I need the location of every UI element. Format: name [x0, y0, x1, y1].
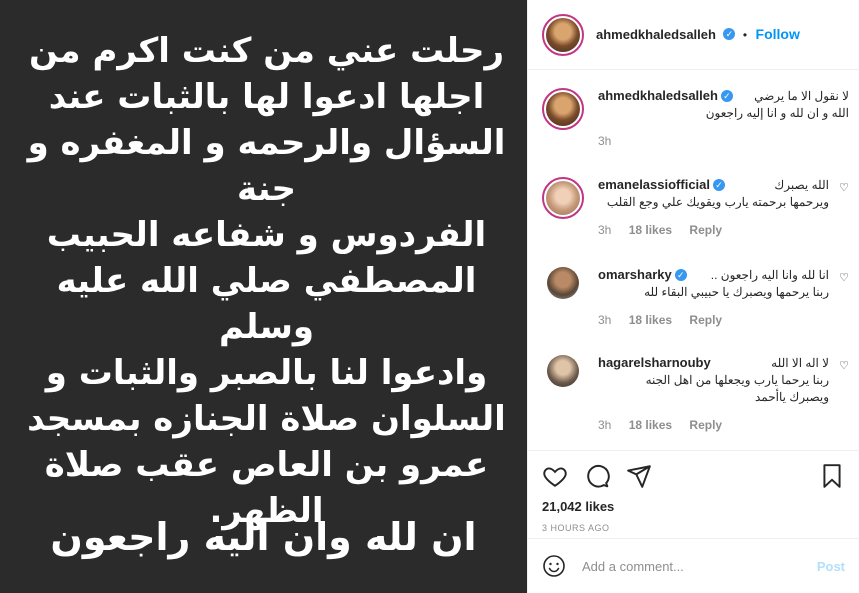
- comment-time[interactable]: 3h: [598, 418, 611, 432]
- comment-meta: 3h 18 likes Reply: [598, 313, 829, 327]
- avatar-image: [546, 181, 580, 215]
- like-comment-heart-icon[interactable]: ♡: [839, 271, 849, 284]
- post-image-line: الفردوس و شفاعه الحبيب: [46, 215, 487, 255]
- post-image-line: المصطفي صلي الله عليه وسلم: [56, 261, 477, 347]
- bookmark-icon[interactable]: [819, 463, 845, 489]
- heart-icon[interactable]: [542, 463, 568, 489]
- comment-likes[interactable]: 18 likes: [629, 313, 672, 327]
- verified-icon: ✓: [674, 269, 687, 281]
- comment-text: لا اله الا الله: [771, 356, 829, 370]
- separator-dot: •: [742, 27, 748, 42]
- avatar[interactable]: [542, 88, 584, 130]
- comment-item: ahmedkhaledsalleh ✓ لا نقول الا ما يرضي …: [542, 88, 849, 148]
- comment-meta: 3h 18 likes Reply: [598, 418, 829, 432]
- avatar[interactable]: [547, 355, 579, 387]
- comment-time[interactable]: 3h: [598, 313, 611, 327]
- comment-item: hagarelsharnouby لا اله الا الله ربنا ير…: [542, 355, 849, 432]
- post-image-text: رحلت عني من كنت اكرم من اجلها ادعوا لها …: [24, 28, 509, 534]
- post-timestamp[interactable]: 3 HOURS AGO: [542, 523, 610, 533]
- comment-text: ويصبرك ياأحمد: [755, 390, 829, 404]
- comment-icon[interactable]: [584, 463, 610, 489]
- avatar-image: [546, 92, 580, 126]
- comment-body: ahmedkhaledsalleh ✓ لا نقول الا ما يرضي …: [598, 88, 849, 148]
- comment-username[interactable]: omarsharky: [598, 267, 672, 284]
- header-username[interactable]: ahmedkhaledsalleh: [596, 27, 716, 42]
- reply-button[interactable]: Reply: [689, 313, 722, 327]
- comment-text: ويرحمها برحمته يارب ويقويك علي وجع القلب: [606, 195, 829, 209]
- share-icon[interactable]: [626, 463, 652, 489]
- like-comment-heart-icon[interactable]: ♡: [839, 181, 849, 194]
- avatar-image: [546, 17, 580, 52]
- post-image-line: السلوان صلاة الجنازه بمسجد: [27, 399, 506, 439]
- post-comment-button[interactable]: Post: [817, 559, 845, 574]
- avatar[interactable]: [542, 13, 584, 56]
- follow-button[interactable]: Follow: [756, 26, 800, 42]
- comment-text: ربنا يرحمها ويصبرك يا حبيبي البقاء لله: [644, 285, 829, 299]
- comment-time[interactable]: 3h: [598, 134, 611, 148]
- verified-icon: ✓: [723, 28, 736, 41]
- action-icons: [542, 463, 652, 489]
- comments-list[interactable]: ahmedkhaledsalleh ✓ لا نقول الا ما يرضي …: [528, 70, 859, 450]
- comment-body: omarsharky ✓ انا لله وانا اليه راجعون ..…: [598, 267, 829, 327]
- reply-button[interactable]: Reply: [689, 418, 722, 432]
- comment-meta: 3h: [598, 134, 849, 148]
- post-image-line: اجلها ادعوا لها بالثبات عند: [48, 77, 485, 117]
- verified-icon: ✓: [713, 179, 725, 191]
- comment-username[interactable]: emanelassiofficial: [598, 177, 710, 194]
- post-image-line: رحلت عني من كنت اكرم من: [28, 31, 505, 71]
- like-comment-heart-icon[interactable]: ♡: [839, 359, 849, 372]
- instagram-post: رحلت عني من كنت اكرم من اجلها ادعوا لها …: [0, 0, 859, 593]
- emoji-icon[interactable]: [542, 554, 566, 578]
- comment-username[interactable]: ahmedkhaledsalleh: [598, 88, 718, 105]
- comment-text: ربنا يرحما يارب ويجعلها من اهل الجنه: [645, 373, 829, 387]
- likes-count[interactable]: 21,042 likes: [542, 499, 614, 514]
- post-image-line: عمرو بن العاص عقب صلاة: [44, 445, 489, 485]
- add-comment-bar: Post: [528, 538, 859, 593]
- comment-body: emanelassiofficial ✓ الله يصبرك ويرحمها …: [598, 177, 829, 237]
- comment-item: omarsharky ✓ انا لله وانا اليه راجعون ..…: [542, 267, 849, 327]
- comment-body: hagarelsharnouby لا اله الا الله ربنا ير…: [598, 355, 829, 432]
- post-image-line: وادعوا لنا بالصبر والثبات و: [45, 353, 488, 393]
- post-actions: 21,042 likes 3 HOURS AGO: [528, 450, 859, 539]
- comment-text: الله يصبرك: [774, 178, 829, 192]
- comment-text: انا لله وانا اليه راجعون ..: [710, 268, 829, 282]
- comment-text: الله و ان لله و انا إليه راجعون: [705, 106, 849, 120]
- avatar[interactable]: [547, 267, 579, 299]
- post-header: ahmedkhaledsalleh ✓ • Follow: [528, 0, 859, 70]
- reply-button[interactable]: Reply: [689, 223, 722, 237]
- post-image[interactable]: رحلت عني من كنت اكرم من اجلها ادعوا لها …: [0, 0, 527, 593]
- comment-input[interactable]: [580, 557, 817, 575]
- comment-likes[interactable]: 18 likes: [629, 418, 672, 432]
- comment-time[interactable]: 3h: [598, 223, 611, 237]
- comment-username[interactable]: hagarelsharnouby: [598, 355, 711, 372]
- comment-item: emanelassiofficial ✓ الله يصبرك ويرحمها …: [542, 177, 849, 237]
- post-sidebar: ahmedkhaledsalleh ✓ • Follow ahmedkhaled…: [527, 0, 859, 593]
- comment-text: لا نقول الا ما يرضي: [754, 89, 849, 103]
- comment-likes[interactable]: 18 likes: [629, 223, 672, 237]
- avatar[interactable]: [542, 177, 584, 219]
- comment-meta: 3h 18 likes Reply: [598, 223, 829, 237]
- post-image-line: السؤال والرحمه و المغفره و جنة: [27, 123, 506, 209]
- post-image-footer: ان لله وان اليه راجعون: [50, 515, 477, 559]
- header-text: ahmedkhaledsalleh ✓ • Follow: [596, 26, 800, 44]
- verified-icon: ✓: [720, 90, 733, 102]
